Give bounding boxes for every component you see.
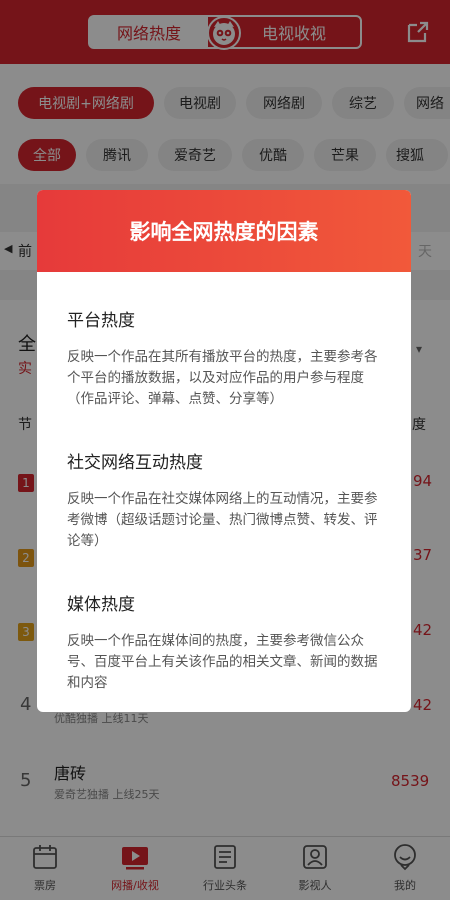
section-title-platform: 平台热度 xyxy=(67,311,135,331)
heat-factors-dialog: 影响全网热度的因素 平台热度 反映一个作品在其所有播放平台的热度，主要参考各个平… xyxy=(37,190,411,712)
section-title-media: 媒体热度 xyxy=(67,595,135,615)
section-text-media: 反映一个作品在媒体间的热度，主要参考微信公众号、百度平台上有关该作品的相关文章、… xyxy=(67,633,378,691)
dialog-body: 平台热度 反映一个作品在其所有播放平台的热度，主要参考各个平台的播放数据，以及对… xyxy=(37,272,411,694)
section-text-social: 反映一个作品在社交媒体网络上的互动情况，主要参考微博（超级话题讨论量、热门微博点… xyxy=(67,491,378,549)
dialog-title: 影响全网热度的因素 xyxy=(37,190,411,272)
section-title-social: 社交网络互动热度 xyxy=(67,453,203,473)
section-text-platform: 反映一个作品在其所有播放平台的热度，主要参考各个平台的播放数据，以及对应作品的用… xyxy=(67,349,378,407)
